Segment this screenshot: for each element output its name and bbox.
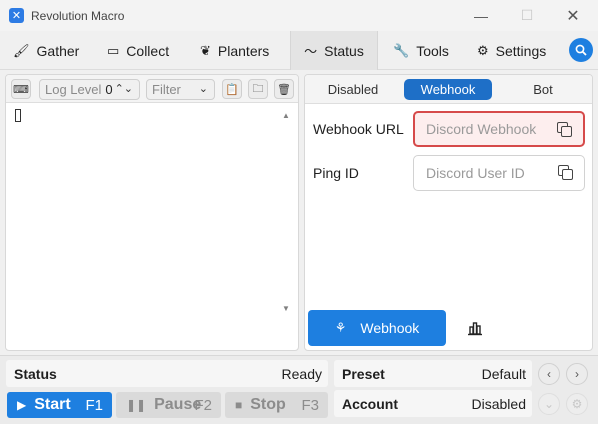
stop-button[interactable]: ■ Stop F3 [225,392,328,418]
play-icon: ▶ [17,398,27,412]
maximize-button[interactable]: ☐ [504,0,550,31]
clipboard-icon: 📋 [225,83,239,96]
sprout-icon: ❦ [200,42,211,58]
mode-webhook[interactable]: Webhook [404,79,492,100]
scroll-down-arrow[interactable]: ▼ [282,304,290,313]
main-tabs: 🖌 Gather ▭ Collect ❦ Planters 〜 Status 🔧… [0,31,598,70]
account-settings-button[interactable]: ⚙ [566,393,588,415]
wrench-icon: 🔧 [393,42,410,58]
chevron-left-icon: ‹ [547,367,551,381]
tab-collect[interactable]: ▭ Collect [107,31,169,70]
pause-icon: ❚❚ [126,398,147,412]
webhook-url-placeholder: Discord Webhook [426,121,537,137]
webhook-panel: Disabled Webhook Bot Webhook URL Discord… [304,74,593,351]
chevron-updown-icon: ⌃⌄ [114,83,133,95]
mode-disabled[interactable]: Disabled [309,79,397,100]
tab-status[interactable]: 〜 Status [290,31,378,70]
webhook-button-label: Webhook [360,320,420,336]
preset-next-button[interactable]: › [566,363,588,385]
webhook-url-label: Webhook URL [313,121,404,137]
chevron-down-icon: ⌄ [543,397,555,411]
copy-icon[interactable] [557,122,573,138]
start-hotkey: F1 [85,396,103,414]
tab-label: Planters [217,42,270,59]
webhook-icon: ⚘ [334,320,347,335]
gear-icon: ⚙ [571,397,583,411]
filter-select[interactable]: Filter ⌄ [146,79,215,100]
log-level-value: 0 [105,82,113,97]
tab-label: Settings [495,42,547,59]
tab-label: Status [324,42,364,59]
account-value: Disabled [471,396,526,412]
minimize-button[interactable]: — [458,0,504,31]
status-value: Ready [281,366,322,382]
log-panel: ⌨ Log Level 0 ⌃⌄ Filter ⌄ 📋 🗀 🗑 ▲ ▼ [5,74,299,351]
tab-label: Gather [36,42,80,59]
ping-id-input[interactable]: Discord User ID [413,155,585,191]
filter-label: Filter [152,82,181,97]
tab-label: Tools [416,42,449,59]
preset-label: Preset [342,366,385,382]
stop-label: Stop [250,396,286,413]
log-level-select[interactable]: Log Level 0 ⌃⌄ [39,79,140,100]
pause-button[interactable]: ❚❚ Pause F2 [116,392,221,418]
webhook-test-button[interactable]: ⚘ Webhook [308,310,446,346]
scroll-up-arrow[interactable]: ▲ [282,111,290,120]
chevron-right-icon: › [575,367,579,381]
account-row: Account Disabled [334,390,532,417]
chevron-down-icon: ⌄ [198,83,208,95]
console-icon: ⌨ [13,83,29,96]
ping-id-label: Ping ID [313,165,359,181]
pulse-icon: 〜 [304,44,318,59]
mode-segmented-control: Disabled Webhook Bot [305,75,592,104]
account-dropdown-button[interactable]: ⌄ [538,393,560,415]
tab-gather[interactable]: 🖌 Gather [13,31,79,70]
close-button[interactable]: ✕ [550,0,596,31]
stats-button[interactable] [467,320,483,336]
copy-icon[interactable] [558,165,574,181]
ticket-icon: ▭ [107,42,120,58]
account-label: Account [342,396,398,412]
pause-hotkey: F2 [194,396,212,414]
folder-icon: 🗀 [252,82,264,95]
tab-tools[interactable]: 🔧 Tools [393,31,449,70]
start-button[interactable]: ▶ Start F1 [7,392,112,418]
open-folder-button[interactable]: 🗀 [248,79,268,99]
console-button[interactable]: ⌨ [11,79,31,99]
status-bar: Status Ready Preset Default ‹ › ▶ Start … [0,355,598,424]
app-logo-icon: ✕ [9,8,24,23]
preset-prev-button[interactable]: ‹ [538,363,560,385]
window-title: Revolution Macro [31,9,125,23]
status-label: Status [14,366,57,382]
gear-icon: ⚙ [477,42,489,58]
log-toolbar: ⌨ Log Level 0 ⌃⌄ Filter ⌄ 📋 🗀 🗑 [6,75,298,103]
trash-icon: 🗑 [277,83,291,96]
webhook-url-input[interactable]: Discord Webhook [413,111,585,147]
preset-row: Preset Default [334,360,532,387]
log-level-label: Log Level [45,82,102,97]
start-label: Start [34,396,71,413]
clear-log-button[interactable]: 🗑 [274,79,294,99]
ping-id-placeholder: Discord User ID [426,165,525,181]
mode-bot[interactable]: Bot [499,79,587,100]
preset-value: Default [481,366,526,382]
text-cursor [15,109,21,122]
clipboard-button[interactable]: 📋 [222,79,242,99]
tab-label: Collect [126,42,170,59]
title-bar: ✕ Revolution Macro — ☐ ✕ [0,0,598,31]
tab-settings[interactable]: ⚙ Settings [477,31,546,70]
tab-planters[interactable]: ❦ Planters [200,31,269,70]
search-icon [575,44,587,56]
bar-chart-icon [468,322,482,336]
search-button[interactable] [569,38,593,62]
stop-icon: ■ [235,398,243,412]
stop-hotkey: F3 [301,396,319,414]
brush-icon: 🖌 [13,42,30,58]
status-row: Status Ready [6,360,328,387]
